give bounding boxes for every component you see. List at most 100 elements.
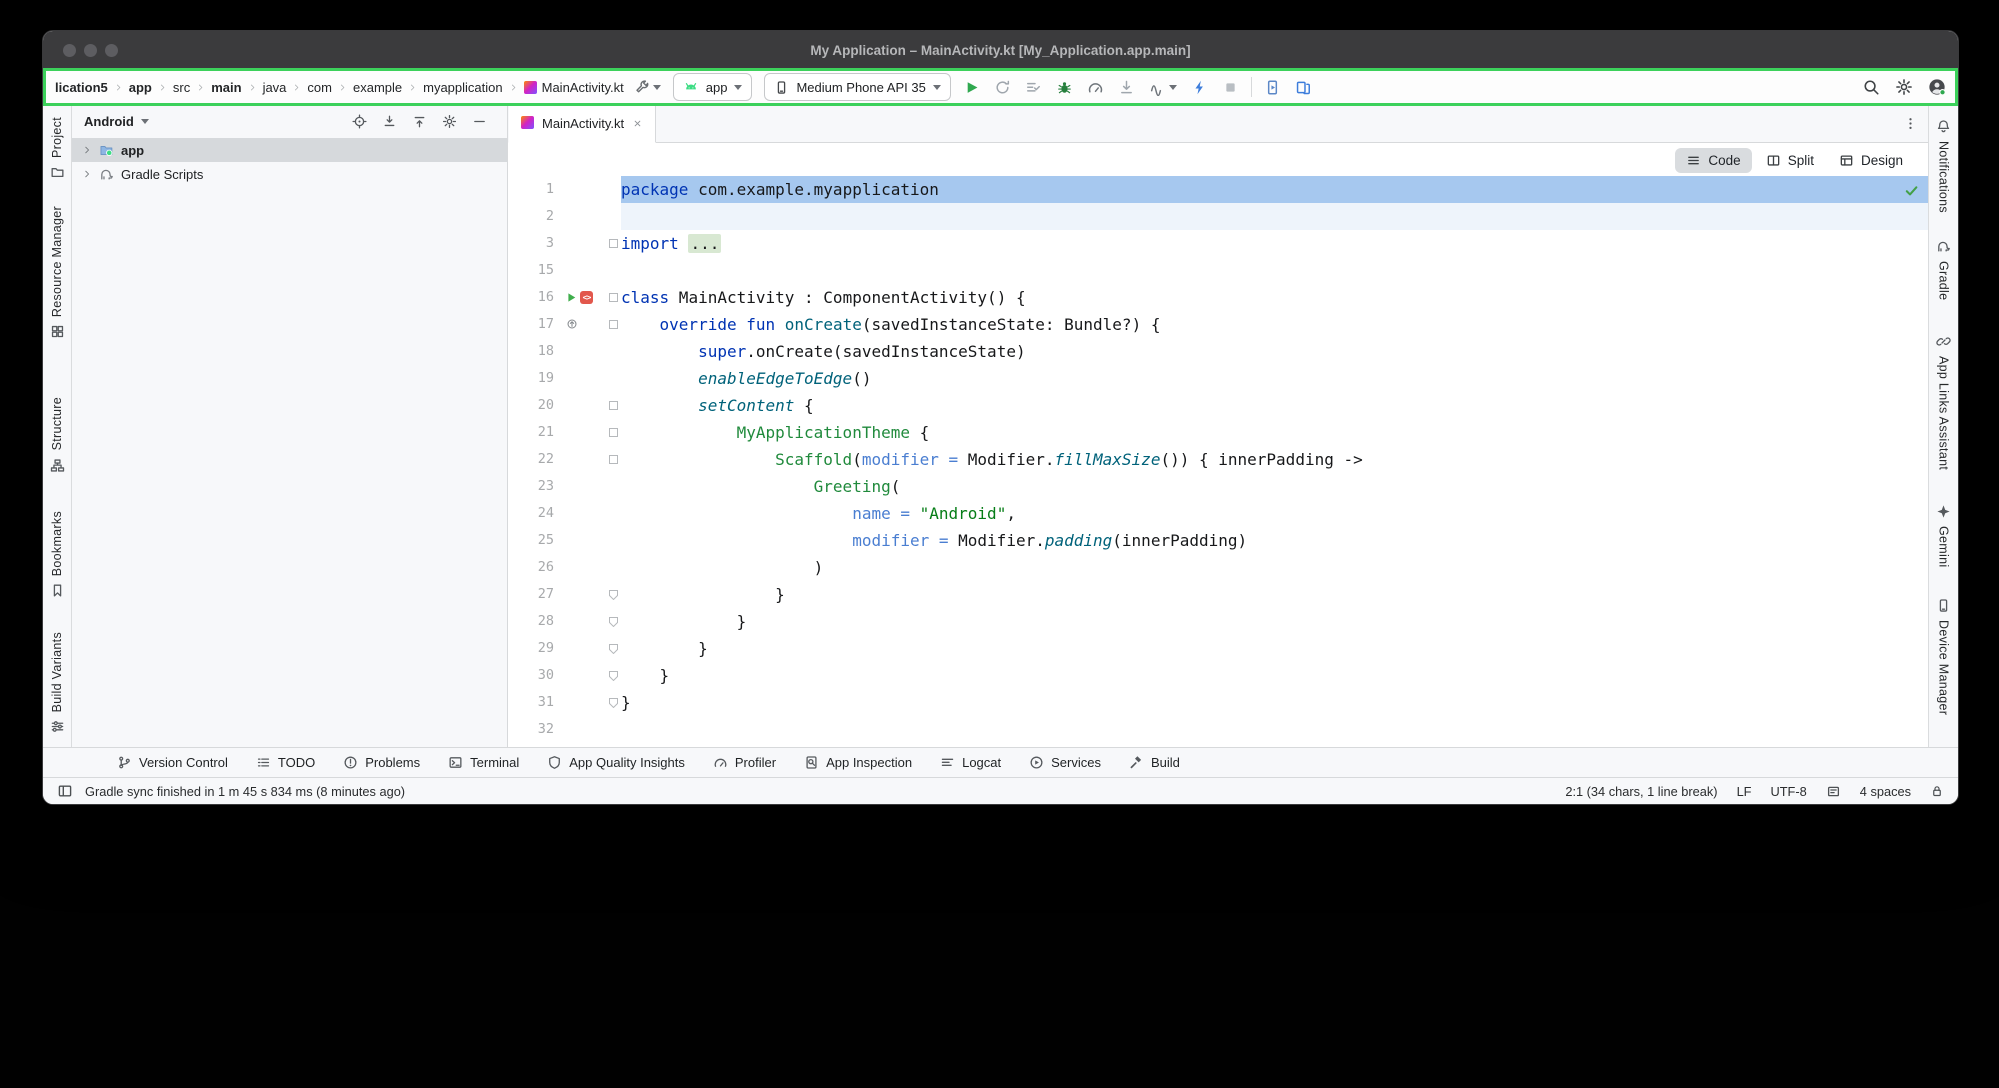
view-mode-design[interactable]: Design bbox=[1828, 148, 1914, 173]
tool-button-todo[interactable]: TODO bbox=[256, 755, 315, 770]
code-line[interactable]: 30 } bbox=[508, 662, 1928, 689]
breadcrumb-item-java[interactable]: java bbox=[263, 80, 287, 95]
attach-debugger-button[interactable] bbox=[1118, 79, 1135, 96]
tool-button-notifications[interactable]: Notifications bbox=[1936, 119, 1951, 213]
tool-button-problems[interactable]: Problems bbox=[343, 755, 420, 770]
fold-marker[interactable] bbox=[606, 419, 621, 446]
code-line[interactable]: 17 override fun onCreate(savedInstanceSt… bbox=[508, 311, 1928, 338]
breadcrumb-item-mainactivity-kt[interactable]: MainActivity.kt bbox=[524, 80, 624, 95]
code-line[interactable]: 18 super.onCreate(savedInstanceState) bbox=[508, 338, 1928, 365]
fold-marker[interactable] bbox=[606, 392, 621, 419]
device-select[interactable]: Medium Phone API 35 bbox=[764, 73, 950, 101]
stop-button[interactable] bbox=[1222, 79, 1239, 96]
line-separator-widget[interactable]: LF bbox=[1737, 784, 1752, 799]
tree-item-gradle-scripts[interactable]: Gradle Scripts bbox=[72, 162, 507, 186]
tree-item-app[interactable]: app bbox=[72, 138, 507, 162]
fold-marker[interactable] bbox=[606, 635, 621, 662]
fold-marker[interactable] bbox=[606, 230, 621, 257]
tab-options-icon[interactable] bbox=[1903, 105, 1928, 142]
code-line[interactable]: 24 name = "Android", bbox=[508, 500, 1928, 527]
zoom-button[interactable] bbox=[105, 44, 118, 57]
code-line[interactable]: 21 MyApplicationTheme { bbox=[508, 419, 1928, 446]
inspection-status-icon[interactable] bbox=[1904, 183, 1919, 203]
code-line[interactable]: 31} bbox=[508, 689, 1928, 716]
profile-avatar-button[interactable] bbox=[1928, 78, 1946, 96]
tool-button-app-inspection[interactable]: App Inspection bbox=[804, 755, 912, 770]
tool-button-app-quality-insights[interactable]: App Quality Insights bbox=[547, 755, 685, 770]
code-line[interactable]: 16<>class MainActivity : ComponentActivi… bbox=[508, 284, 1928, 311]
indent-widget[interactable]: 4 spaces bbox=[1860, 784, 1911, 799]
apply-code-changes-button[interactable] bbox=[1025, 79, 1042, 96]
breadcrumb-item-myapplication[interactable]: myapplication bbox=[423, 80, 503, 95]
fold-marker[interactable] bbox=[606, 608, 621, 635]
fold-marker[interactable] bbox=[606, 284, 621, 311]
tool-button-gradle[interactable]: Gradle bbox=[1936, 239, 1951, 300]
breadcrumb-item-example[interactable]: example bbox=[353, 80, 402, 95]
breadcrumb-item-lication5[interactable]: lication5 bbox=[55, 80, 108, 95]
code-line[interactable]: 22 Scaffold(modifier = Modifier.fillMaxS… bbox=[508, 446, 1928, 473]
run-configuration-select[interactable]: app bbox=[673, 73, 753, 101]
profile-low-overhead-button[interactable] bbox=[1191, 79, 1208, 96]
lock-icon[interactable] bbox=[1930, 784, 1944, 798]
tool-button-services[interactable]: Services bbox=[1029, 755, 1101, 770]
tool-button-build-variants[interactable]: Build Variants bbox=[50, 632, 65, 734]
code-line[interactable]: 19 enableEdgeToEdge() bbox=[508, 365, 1928, 392]
code-line[interactable]: 28 } bbox=[508, 608, 1928, 635]
tool-button-profiler[interactable]: Profiler bbox=[713, 755, 776, 770]
profiler-tasks-button[interactable] bbox=[1149, 79, 1177, 96]
search-everywhere-button[interactable] bbox=[1862, 78, 1880, 96]
chevron-right-icon[interactable] bbox=[82, 169, 92, 179]
tool-button-structure[interactable]: Structure bbox=[50, 397, 65, 472]
profile-button[interactable] bbox=[1087, 79, 1104, 96]
encoding-widget[interactable]: UTF-8 bbox=[1771, 784, 1807, 799]
code-line[interactable]: 15 bbox=[508, 257, 1928, 284]
fold-marker[interactable] bbox=[606, 311, 621, 338]
apply-changes-button[interactable] bbox=[994, 79, 1011, 96]
caret-position-widget[interactable]: 2:1 (34 chars, 1 line break) bbox=[1565, 784, 1717, 799]
tool-button-device-manager[interactable]: Device Manager bbox=[1936, 598, 1951, 715]
tool-button-app-links-assistant[interactable]: App Links Assistant bbox=[1936, 334, 1951, 470]
expand-all-button[interactable] bbox=[412, 114, 427, 129]
breadcrumb-item-com[interactable]: com bbox=[307, 80, 332, 95]
run-button[interactable] bbox=[963, 79, 980, 96]
code-line[interactable]: 29 } bbox=[508, 635, 1928, 662]
breadcrumb-item-app[interactable]: app bbox=[129, 80, 152, 95]
code-line[interactable]: 23 Greeting( bbox=[508, 473, 1928, 500]
mirror-device-button[interactable] bbox=[1295, 79, 1312, 96]
tool-button-version-control[interactable]: Version Control bbox=[117, 755, 228, 770]
running-devices-button[interactable] bbox=[1264, 79, 1281, 96]
tab-close-icon[interactable] bbox=[632, 118, 643, 129]
override-marker-icon[interactable] bbox=[566, 311, 578, 338]
tool-button-project[interactable]: Project bbox=[50, 117, 65, 180]
code-area[interactable]: 1package com.example.myapplication23impo… bbox=[508, 143, 1928, 747]
project-view-selector[interactable]: Android bbox=[84, 114, 134, 129]
breadcrumb-item-src[interactable]: src bbox=[173, 80, 190, 95]
code-line[interactable]: 20 setContent { bbox=[508, 392, 1928, 419]
fold-marker[interactable] bbox=[606, 446, 621, 473]
tool-windows-icon[interactable] bbox=[57, 783, 73, 799]
tool-button-logcat[interactable]: Logcat bbox=[940, 755, 1001, 770]
run-line-icon[interactable] bbox=[566, 284, 577, 311]
fold-marker[interactable] bbox=[606, 662, 621, 689]
view-mode-code[interactable]: Code bbox=[1675, 148, 1751, 173]
editor-widget-icon[interactable] bbox=[1826, 784, 1841, 799]
hide-panel-button[interactable] bbox=[472, 114, 487, 129]
fold-marker[interactable] bbox=[606, 581, 621, 608]
tool-button-build[interactable]: Build bbox=[1129, 755, 1180, 770]
build-tool-dropdown[interactable] bbox=[634, 79, 661, 95]
code-line[interactable]: 27 } bbox=[508, 581, 1928, 608]
code-line[interactable]: 1package com.example.myapplication bbox=[508, 176, 1928, 203]
compose-icon[interactable]: <> bbox=[580, 291, 593, 304]
tab-mainactivity[interactable]: MainActivity.kt bbox=[508, 105, 656, 143]
minimize-button[interactable] bbox=[84, 44, 97, 57]
view-mode-split[interactable]: Split bbox=[1755, 148, 1825, 173]
tool-button-terminal[interactable]: Terminal bbox=[448, 755, 519, 770]
code-line[interactable]: 32 bbox=[508, 716, 1928, 743]
collapse-all-button[interactable] bbox=[382, 114, 397, 129]
debug-button[interactable] bbox=[1056, 79, 1073, 96]
fold-marker[interactable] bbox=[606, 689, 621, 716]
settings-button[interactable] bbox=[1895, 78, 1913, 96]
code-line[interactable]: 3import ... bbox=[508, 230, 1928, 257]
locate-file-button[interactable] bbox=[352, 114, 367, 129]
chevron-right-icon[interactable] bbox=[82, 145, 92, 155]
